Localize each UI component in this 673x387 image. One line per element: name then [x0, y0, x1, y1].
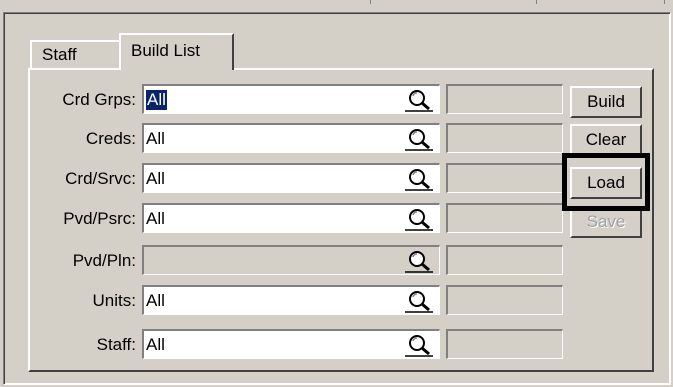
load-button[interactable]: Load	[570, 167, 642, 199]
description-box	[446, 203, 563, 233]
description-box	[446, 245, 563, 275]
row-label-cell: Creds:	[32, 123, 136, 155]
description-box	[446, 163, 563, 193]
field-label: Crd/Srvc:	[65, 169, 136, 188]
field-label: Pvd/Psrc:	[63, 209, 136, 228]
description-box	[446, 329, 563, 359]
description-box	[446, 123, 563, 153]
magnifier-icon[interactable]	[405, 333, 433, 357]
description-box	[446, 84, 563, 114]
field-value: All	[146, 291, 165, 310]
divider	[370, 0, 371, 4]
description-box	[446, 285, 563, 315]
tab-build-list[interactable]: Build List	[119, 33, 234, 70]
top-strip	[0, 0, 673, 4]
row-label-cell: Crd Grps:	[32, 84, 136, 116]
tab-label: Build List	[131, 41, 200, 60]
divider	[536, 0, 537, 4]
clear-button[interactable]: Clear	[570, 124, 642, 156]
magnifier-icon[interactable]	[405, 127, 433, 151]
criteria-input[interactable]: All	[142, 163, 440, 193]
row-label-cell: Staff:	[32, 329, 136, 361]
tab-staff[interactable]: Staff	[30, 40, 122, 68]
criteria-input[interactable]	[142, 245, 440, 275]
row-label-cell: Units:	[32, 285, 136, 317]
field-label: Units:	[92, 291, 136, 310]
magnifier-icon[interactable]	[405, 167, 433, 191]
magnifier-icon[interactable]	[405, 207, 433, 231]
field-value: All	[146, 335, 165, 354]
save-button[interactable]: Save	[570, 206, 642, 238]
criteria-input[interactable]: All	[142, 329, 440, 359]
field-label: Crd Grps:	[62, 90, 136, 109]
criteria-input[interactable]: All	[142, 123, 440, 153]
magnifier-icon[interactable]	[405, 88, 433, 112]
row-label-cell: Pvd/Psrc:	[32, 203, 136, 235]
field-value: All	[146, 129, 165, 148]
divider	[664, 0, 665, 4]
field-value: All	[146, 209, 165, 228]
criteria-input[interactable]: All	[142, 84, 440, 114]
tab-label: Staff	[42, 45, 77, 64]
field-label: Pvd/Pln:	[72, 251, 136, 270]
row-label-cell: Pvd/Pln:	[32, 245, 136, 277]
field-value: All	[146, 169, 165, 188]
field-label: Staff:	[96, 335, 136, 354]
row-label-cell: Crd/Srvc:	[32, 163, 136, 195]
field-label: Creds:	[85, 129, 136, 148]
criteria-input[interactable]: All	[142, 285, 440, 315]
field-value: All	[146, 90, 167, 110]
criteria-input[interactable]: All	[142, 203, 440, 233]
magnifier-icon[interactable]	[405, 249, 433, 273]
build-button[interactable]: Build	[570, 86, 642, 118]
magnifier-icon[interactable]	[405, 289, 433, 313]
